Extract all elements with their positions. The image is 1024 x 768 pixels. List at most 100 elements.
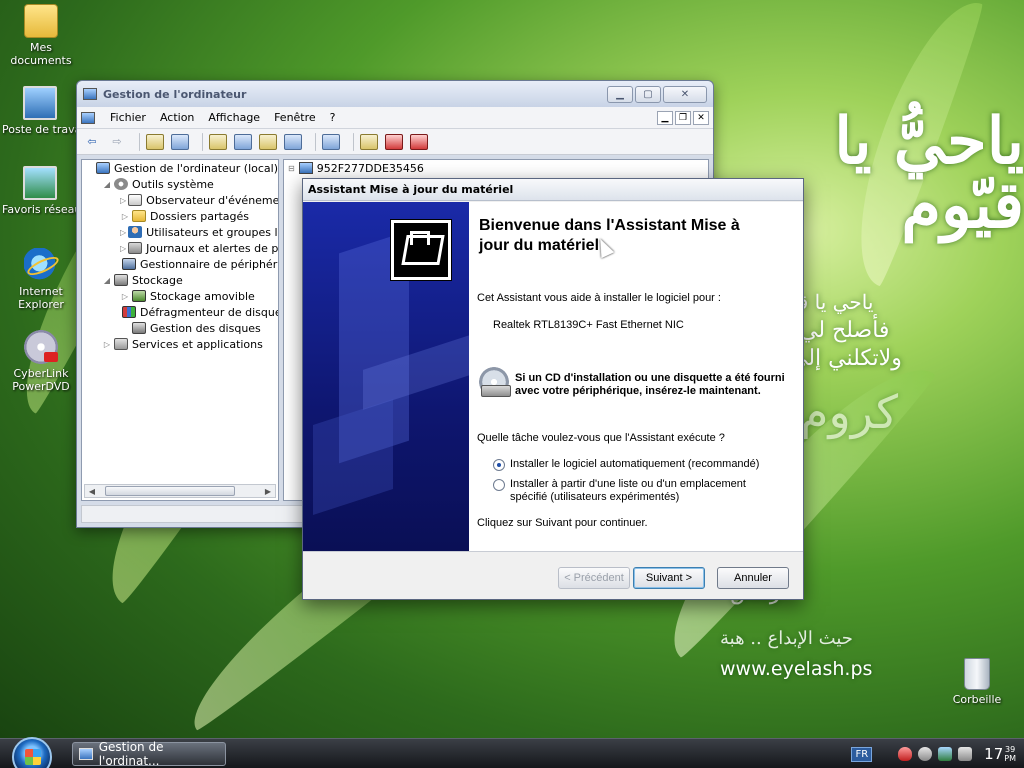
radio-manual[interactable] <box>493 479 505 491</box>
desktop-icon-label: CyberLink PowerDVD <box>12 367 70 393</box>
tree-item[interactable]: ▷ Dossiers partagés <box>82 208 278 224</box>
view-icon[interactable] <box>284 133 302 150</box>
tree-expander-icon[interactable]: ◢ <box>102 180 112 189</box>
menu-action[interactable]: Action <box>153 111 201 124</box>
tree-node-icon <box>114 274 128 286</box>
tree-item-label: Journaux et alertes de perfo <box>146 241 279 255</box>
menu-help[interactable]: ? <box>323 111 343 124</box>
wizard-title: Assistant Mise à jour du matériel <box>303 179 803 201</box>
desktop-icon-powerdvd[interactable]: CyberLink PowerDVD <box>2 330 80 393</box>
desktop-icon-internet-explorer[interactable]: Internet Explorer <box>2 248 80 311</box>
tree-item[interactable]: ▷ Stockage amovible <box>82 288 278 304</box>
scan-hardware-icon[interactable] <box>322 133 340 150</box>
tree-item-label: Outils système <box>132 177 214 191</box>
desktop-icon-recycle-bin[interactable]: Corbeille <box>938 658 1016 706</box>
maximize-button[interactable]: ▢ <box>635 85 661 103</box>
desktop-icon-label: Internet Explorer <box>18 285 64 311</box>
computer-management-icon <box>79 747 93 760</box>
network-icon[interactable] <box>938 747 953 761</box>
wallpaper-arabic-line: ولاتكلني إلى <box>790 346 902 371</box>
wizard-intro: Cet Assistant vous aide à installer le l… <box>477 292 721 304</box>
desktop-icon-network[interactable]: Favoris réseau <box>2 166 78 216</box>
menu-affichage[interactable]: Affichage <box>201 111 267 124</box>
tree-expander-icon[interactable]: ▷ <box>120 212 130 221</box>
clock-ampm: PM <box>1004 754 1016 763</box>
menu-fenetre[interactable]: Fenêtre <box>267 111 323 124</box>
start-button[interactable] <box>12 736 52 768</box>
tree-item-label: Défragmenteur de disque <box>140 305 279 319</box>
tree-item[interactable]: Défragmenteur de disque <box>82 304 278 320</box>
tree-item[interactable]: ▷ Utilisateurs et groupes locaux <box>82 224 278 240</box>
close-button[interactable]: ✕ <box>663 85 707 103</box>
scroll-right-icon[interactable]: ▶ <box>261 487 275 496</box>
option-auto-install[interactable]: Installer le logiciel automatiquement (r… <box>493 458 759 471</box>
tree-expander-icon[interactable]: ◢ <box>102 276 112 285</box>
tree-expander-icon[interactable]: ▷ <box>120 244 126 253</box>
tree-node-icon <box>95 162 110 174</box>
tree-item-label: Observateur d'événements <box>146 193 279 207</box>
tree-item[interactable]: Gestionnaire de périphériques <box>82 256 278 272</box>
mdi-minimize-button[interactable]: ▁ <box>657 110 673 125</box>
system-menu-icon[interactable] <box>81 111 95 124</box>
tree-expander-icon[interactable]: ▷ <box>120 228 126 237</box>
back-arrow-icon[interactable]: ⇦ <box>83 134 101 150</box>
wallpaper-arabic-line: كروم <box>800 385 898 439</box>
clock[interactable]: 17 39 PM <box>984 745 1016 763</box>
tree-node-icon <box>128 226 143 238</box>
desktop-icon-label: Mes documents <box>10 41 72 67</box>
disable-device-icon[interactable] <box>410 133 428 150</box>
tree-item[interactable]: Gestion des disques <box>82 320 278 336</box>
desktop-icon-my-computer[interactable]: Poste de travail <box>2 86 78 136</box>
option-auto-label[interactable]: Installer le logiciel automatiquement (r… <box>510 458 759 470</box>
device-tree-root[interactable]: ⊟ 952F277DDE35456 <box>284 160 708 176</box>
security-shield-icon[interactable] <box>898 747 913 761</box>
tree-item[interactable]: ▷ Journaux et alertes de perfo <box>82 240 278 256</box>
tree-item-label: Gestion de l'ordinateur (local) <box>113 161 278 175</box>
scroll-thumb[interactable] <box>105 486 235 496</box>
print-icon[interactable] <box>234 133 252 150</box>
next-button[interactable]: Suivant > <box>633 567 705 589</box>
volume-icon[interactable] <box>958 747 973 761</box>
cancel-button[interactable]: Annuler <box>717 567 789 589</box>
hardware-icon[interactable] <box>918 747 933 761</box>
properties-icon[interactable] <box>209 133 227 150</box>
up-folder-icon[interactable] <box>146 133 164 150</box>
option-manual-label[interactable]: Installer à partir d'une liste ou d'un e… <box>510 478 773 504</box>
tree-expander-icon[interactable]: ▷ <box>102 340 112 349</box>
scroll-left-icon[interactable]: ◀ <box>85 487 99 496</box>
update-driver-icon[interactable] <box>360 133 378 150</box>
radio-auto[interactable] <box>493 459 505 471</box>
tree-node-icon <box>132 210 146 222</box>
desktop-icon-my-documents[interactable]: Mes documents <box>2 4 80 67</box>
toolbar: ⇦ ⇨ <box>77 129 713 155</box>
help-icon[interactable] <box>259 133 277 150</box>
tree-item[interactable]: ▷ Observateur d'événements <box>82 192 278 208</box>
console-tree[interactable]: Gestion de l'ordinateur (local) ◢ Outils s… <box>81 159 279 501</box>
tree-item[interactable]: ▷ Services et applications <box>82 336 278 352</box>
previous-button[interactable]: < Précédent <box>558 567 630 589</box>
tree-item[interactable]: Gestion de l'ordinateur (local) <box>82 160 278 176</box>
hardware-update-wizard[interactable]: Assistant Mise à jour du matériel Bienve… <box>302 178 804 600</box>
tree-item[interactable]: ◢ Stockage <box>82 272 278 288</box>
mdi-close-button[interactable]: ✕ <box>693 110 709 125</box>
tree-item[interactable]: ◢ Outils système <box>82 176 278 192</box>
tree-node-icon <box>114 338 128 350</box>
forward-arrow-icon[interactable]: ⇨ <box>108 134 126 150</box>
window-titlebar[interactable]: Gestion de l'ordinateur ▁ ▢ ✕ <box>77 81 713 107</box>
taskbar-item-computer-management[interactable]: Gestion de l'ordinat... <box>72 740 226 768</box>
taskbar: Gestion de l'ordinat... FR 17 39 PM <box>0 736 1024 768</box>
tree-horizontal-scrollbar[interactable]: ◀ ▶ <box>84 484 276 498</box>
collapse-icon[interactable]: ⊟ <box>288 164 295 173</box>
show-tree-icon[interactable] <box>171 133 189 150</box>
cd-drive-icon <box>479 367 511 397</box>
option-manual-install[interactable]: Installer à partir d'une liste ou d'un e… <box>493 478 773 504</box>
tree-expander-icon[interactable]: ▷ <box>120 292 130 301</box>
tree-expander-icon[interactable]: ▷ <box>120 196 126 205</box>
uninstall-icon[interactable] <box>385 133 403 150</box>
language-indicator[interactable]: FR <box>851 746 873 762</box>
desktop-icon-label: Poste de travail <box>2 123 78 136</box>
wallpaper-arabic-line: حيث الإبداع .. هبة <box>720 628 853 649</box>
mdi-restore-button[interactable]: ❐ <box>675 110 691 125</box>
menu-fichier[interactable]: Fichier <box>103 111 153 124</box>
minimize-button[interactable]: ▁ <box>607 85 633 103</box>
